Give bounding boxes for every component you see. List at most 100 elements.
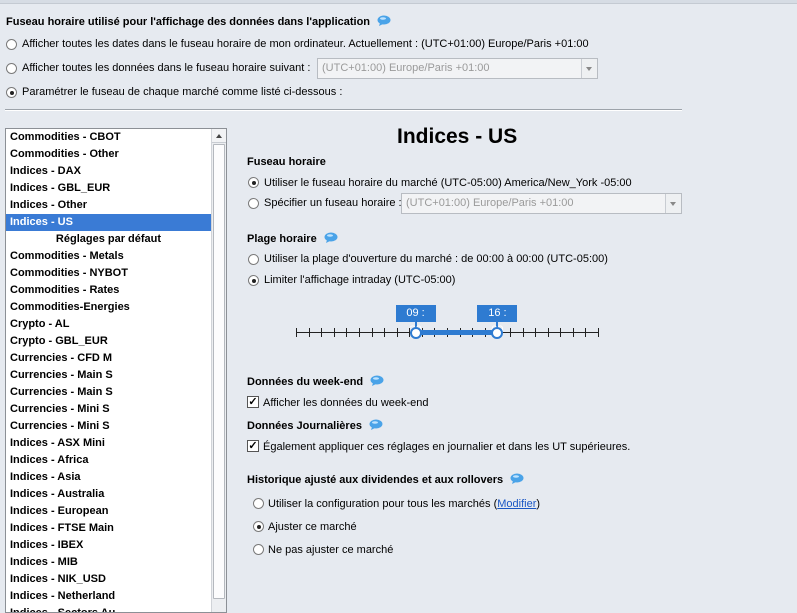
market-list-scrollbar[interactable]: [211, 129, 226, 612]
tz-option-per-market-radio[interactable]: [6, 87, 17, 98]
detail-title: Indices - US: [397, 125, 518, 148]
market-list-item[interactable]: Crypto - AL: [6, 316, 211, 333]
market-list-item[interactable]: Indices - European: [6, 503, 211, 520]
intraday-range-slider[interactable]: 09 : 30 16 : 00: [290, 303, 602, 348]
market-list-item[interactable]: Indices - GBL_EUR: [6, 180, 211, 197]
plage-open-label: Utiliser la plage d'ouverture du marché …: [264, 253, 608, 265]
market-list-item[interactable]: Indices - MIB: [6, 554, 211, 571]
market-list-item[interactable]: Indices - Sectors Au: [6, 605, 211, 612]
market-list-item[interactable]: Commodities - Rates: [6, 282, 211, 299]
historique-heading-text: Historique ajusté aux dividendes et aux …: [247, 474, 504, 486]
market-list-items: Commodities - CBOT Commodities - Other Ind…: [6, 129, 226, 612]
historique-config-label: Utiliser la configuration pour tous les …: [268, 498, 540, 510]
slider-tick: [359, 328, 360, 337]
market-list-item[interactable]: Indices - Australia: [6, 486, 211, 503]
modifier-link[interactable]: Modifier: [497, 498, 536, 510]
slider-tick: [523, 328, 524, 337]
market-list-item[interactable]: Commodities - CBOT: [6, 129, 211, 146]
tz-fixed-select[interactable]: (UTC+01:00) Europe/Paris +01:00: [317, 58, 598, 79]
historique-config-radio[interactable]: [253, 498, 264, 509]
slider-tick: [346, 328, 347, 337]
market-list-item[interactable]: Indices - IBEX: [6, 537, 211, 554]
historique-config-text: Utiliser la configuration pour tous les …: [268, 498, 498, 510]
journalieres-heading-text: Données Journalières: [247, 420, 362, 432]
slider-tick: [510, 328, 511, 337]
market-list-item[interactable]: Commodities - NYBOT: [6, 265, 211, 282]
market-list-item[interactable]: Currencies - Mini S: [6, 418, 211, 435]
chevron-down-icon: [581, 59, 597, 78]
weekend-checkbox[interactable]: ✓: [247, 396, 259, 408]
slider-tick: [372, 328, 373, 337]
market-list-item[interactable]: Indices - Netherland: [6, 588, 211, 605]
slider-start-handle[interactable]: [409, 327, 422, 339]
plage-heading: Plage horaire: [247, 232, 338, 245]
slider-tick: [598, 328, 599, 337]
historique-heading: Historique ajusté aux dividendes et aux …: [247, 473, 524, 486]
tz-fixed-select-value: (UTC+01:00) Europe/Paris +01:00: [322, 62, 490, 74]
journalieres-heading: Données Journalières: [247, 419, 383, 432]
market-list-item[interactable]: Commodities-Energies: [6, 299, 211, 316]
fuseau-market-label: Utiliser le fuseau horaire du marché (UT…: [264, 177, 632, 189]
market-list-item[interactable]: Currencies - Main S: [6, 384, 211, 401]
info-icon[interactable]: [377, 15, 391, 26]
historique-adjust-label: Ajuster ce marché: [268, 521, 357, 533]
market-list[interactable]: Commodities - CBOT Commodities - Other Ind…: [5, 128, 227, 613]
market-list-item[interactable]: Commodities - Metals: [6, 248, 211, 265]
tz-option-per-market-label: Paramétrer le fuseau de chaque marché co…: [22, 86, 343, 98]
fuseau-heading: Fuseau horaire: [247, 156, 326, 168]
slider-tick: [548, 328, 549, 337]
historique-config-text-end: ): [536, 498, 541, 510]
slider-tick: [573, 328, 574, 337]
market-list-item[interactable]: Indices - US: [6, 214, 211, 231]
fuseau-market-radio[interactable]: [248, 177, 259, 188]
tz-option-fixed-label: Afficher toutes les données dans le fuse…: [22, 62, 311, 74]
fuseau-specify-select[interactable]: (UTC+01:00) Europe/Paris +01:00: [401, 193, 682, 214]
market-list-item[interactable]: Indices - Asia: [6, 469, 211, 486]
journalieres-checkbox[interactable]: ✓: [247, 440, 259, 452]
timezone-section-title: Fuseau horaire utilisé pour l'affichage …: [6, 15, 391, 28]
slider-tick: [321, 328, 322, 337]
market-list-item[interactable]: Indices - FTSE Main: [6, 520, 211, 537]
plage-open-radio[interactable]: [248, 254, 259, 265]
slider-tick: [384, 328, 385, 337]
tz-option-computer-radio[interactable]: [6, 39, 17, 50]
historique-no-adjust-radio[interactable]: [253, 544, 264, 555]
market-list-item[interactable]: Indices - Other: [6, 197, 211, 214]
fuseau-specify-label: Spécifier un fuseau horaire :: [264, 197, 402, 209]
slider-tick: [585, 328, 586, 337]
slider-tick: [397, 328, 398, 337]
fuseau-specify-select-value: (UTC+01:00) Europe/Paris +01:00: [406, 197, 574, 209]
fuseau-specify-radio[interactable]: [248, 198, 259, 209]
tz-option-fixed-radio[interactable]: [6, 63, 17, 74]
market-list-item[interactable]: Indices - DAX: [6, 163, 211, 180]
market-list-item[interactable]: Indices - Africa: [6, 452, 211, 469]
slider-tick: [560, 328, 561, 337]
tz-option-computer-label: Afficher toutes les dates dans le fuseau…: [22, 38, 589, 50]
market-list-item[interactable]: Currencies - Mini S: [6, 401, 211, 418]
scroll-up-icon[interactable]: [212, 129, 226, 143]
plage-heading-text: Plage horaire: [247, 233, 317, 245]
info-icon[interactable]: [369, 419, 383, 430]
weekend-checkbox-label: Afficher les données du week-end: [263, 397, 429, 409]
market-list-item[interactable]: Currencies - CFD M: [6, 350, 211, 367]
market-list-group-header: Réglages par défaut: [55, 233, 162, 245]
scroll-thumb[interactable]: [213, 144, 225, 599]
weekend-heading-text: Données du week-end: [247, 376, 364, 388]
info-icon[interactable]: [370, 375, 384, 386]
market-list-item[interactable]: Commodities - Other: [6, 146, 211, 163]
info-icon[interactable]: [324, 232, 338, 243]
slider-tick: [309, 328, 310, 337]
slider-end-label: 16 : 00: [477, 305, 518, 336]
weekend-heading: Données du week-end: [247, 375, 384, 388]
slider-start-label: 09 : 30: [395, 305, 436, 336]
journalieres-checkbox-label: Également appliquer ces réglages en jour…: [263, 441, 631, 453]
market-list-item[interactable]: Crypto - GBL_EUR: [6, 333, 211, 350]
market-list-item[interactable]: Indices - NIK_USD: [6, 571, 211, 588]
market-list-item[interactable]: Currencies - Main S: [6, 367, 211, 384]
timezone-section-title-text: Fuseau horaire utilisé pour l'affichage …: [6, 16, 371, 28]
market-list-item[interactable]: Indices - ASX Mini: [6, 435, 211, 452]
info-icon[interactable]: [510, 473, 524, 484]
plage-limit-radio[interactable]: [248, 275, 259, 286]
slider-selected-range: [415, 330, 498, 335]
historique-adjust-radio[interactable]: [253, 521, 264, 532]
